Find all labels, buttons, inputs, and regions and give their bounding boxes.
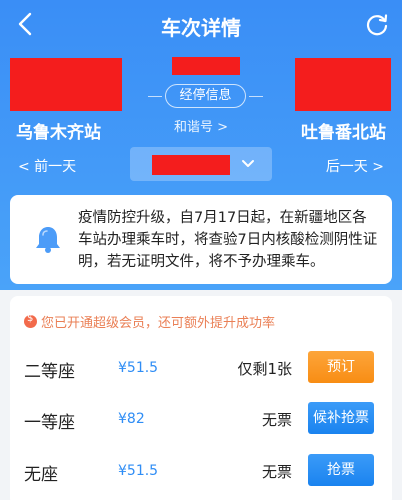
grab-ticket-button[interactable]: 抢票 bbox=[308, 454, 374, 486]
vip-text: 您已开通超级会员，还可额外提升成功率 bbox=[41, 316, 276, 331]
seat-row-second-class: 二等座 ¥51.5 仅剩1张 预订 bbox=[10, 351, 392, 391]
seat-price: ¥51.5 bbox=[118, 360, 159, 376]
seat-card: 您已开通超级会员，还可额外提升成功率 二等座 ¥51.5 仅剩1张 预订 一等座… bbox=[10, 296, 392, 500]
to-station: 吐鲁番北站 bbox=[301, 123, 386, 143]
prev-day-button[interactable]: < 前一天 bbox=[18, 156, 76, 176]
chevron-down-icon bbox=[242, 160, 254, 167]
refresh-icon[interactable] bbox=[364, 12, 390, 38]
top-bar: 车次详情 bbox=[0, 0, 402, 52]
next-day-button[interactable]: 后一天 > bbox=[326, 156, 384, 176]
redacted-arrival-time bbox=[295, 58, 391, 111]
seat-status: 无票 bbox=[261, 463, 292, 481]
waitlist-grab-button[interactable]: 候补抢票 bbox=[308, 402, 374, 434]
notice-card: 疫情防控升级，自7月17日起，在新疆地区各车站办理乘车时，将查验7日内核酸检测阴… bbox=[10, 195, 392, 284]
vip-banner[interactable]: 您已开通超级会员，还可额外提升成功率 bbox=[24, 312, 275, 331]
page-title: 车次详情 bbox=[161, 16, 241, 40]
vip-icon bbox=[24, 313, 37, 328]
seat-price: ¥82 bbox=[118, 411, 145, 427]
book-button[interactable]: 预订 bbox=[308, 351, 374, 383]
stop-info-button[interactable]: 经停信息 bbox=[148, 84, 263, 108]
date-selector[interactable] bbox=[130, 147, 272, 181]
redacted-date bbox=[152, 155, 230, 175]
redacted-departure-time bbox=[10, 58, 122, 111]
seat-status: 仅剩1张 bbox=[237, 360, 292, 378]
seat-row-no-seat: 无座 ¥51.5 无票 抢票 bbox=[10, 454, 392, 494]
notice-text: 疫情防控升级，自7月17日起，在新疆地区各车站办理乘车时，将查验7日内核酸检测阴… bbox=[78, 210, 378, 270]
seat-name: 二等座 bbox=[24, 362, 75, 382]
seat-name: 无座 bbox=[24, 465, 58, 485]
redacted-train-number bbox=[172, 57, 240, 75]
seat-name: 一等座 bbox=[24, 413, 75, 433]
seat-status: 无票 bbox=[261, 411, 292, 429]
seat-price: ¥51.5 bbox=[118, 463, 159, 479]
seat-row-first-class: 一等座 ¥82 无票 候补抢票 bbox=[10, 402, 392, 442]
bell-icon bbox=[36, 227, 60, 253]
